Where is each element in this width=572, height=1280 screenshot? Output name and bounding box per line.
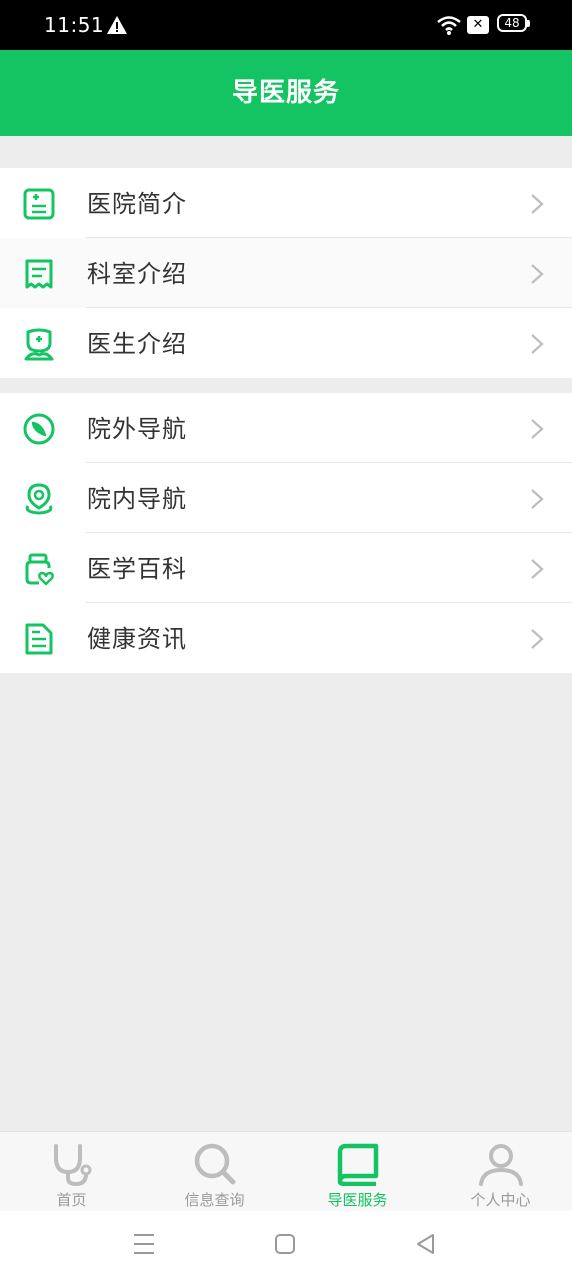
chevron-right-icon bbox=[531, 419, 544, 439]
menu-item-health-news[interactable]: 健康资讯 bbox=[0, 603, 572, 673]
menu-item-label: 医学百科 bbox=[87, 555, 187, 583]
document-icon bbox=[25, 623, 53, 655]
menu-item-label: 健康资讯 bbox=[87, 625, 187, 653]
status-time: 11:51 bbox=[44, 13, 105, 37]
tab-personal-center[interactable]: 个人中心 bbox=[429, 1132, 572, 1212]
chevron-right-icon bbox=[531, 489, 544, 509]
menu-item-label: 医生介绍 bbox=[87, 330, 187, 358]
chevron-right-icon bbox=[531, 334, 544, 354]
bottom-tab-bar: 首页 信息查询 导医服务 个人中心 bbox=[0, 1131, 572, 1212]
chevron-right-icon bbox=[531, 559, 544, 579]
page-title: 导医服务 bbox=[231, 78, 340, 108]
wifi-icon bbox=[437, 16, 461, 35]
menu-item-doctor-intro[interactable]: 医生介绍 bbox=[0, 308, 572, 378]
battery-level: 48 bbox=[504, 16, 520, 30]
menu-group-1: 医院简介 科室介绍 医生介绍 bbox=[0, 168, 572, 378]
menu-item-medical-encyclopedia[interactable]: 医学百科 bbox=[0, 533, 572, 603]
stethoscope-icon bbox=[53, 1144, 91, 1186]
menu-group-2: 院外导航 院内导航 医学百科 健康资讯 bbox=[0, 393, 572, 673]
menu-item-outdoor-nav[interactable]: 院外导航 bbox=[0, 393, 572, 463]
book-icon bbox=[337, 1143, 378, 1186]
status-bar: 11:51 ✕ 48 bbox=[0, 0, 572, 50]
tab-info-query[interactable]: 信息查询 bbox=[143, 1132, 286, 1212]
menu-item-label: 院内导航 bbox=[87, 485, 187, 513]
chevron-right-icon bbox=[531, 264, 544, 284]
back-icon[interactable] bbox=[414, 1231, 436, 1257]
menu-item-hospital-intro[interactable]: 医院简介 bbox=[0, 168, 572, 238]
tab-home[interactable]: 首页 bbox=[0, 1132, 143, 1212]
warning-icon bbox=[107, 16, 127, 34]
battery-icon: 48 bbox=[497, 14, 531, 34]
doctor-icon bbox=[24, 328, 54, 361]
status-x-badge: ✕ bbox=[467, 16, 489, 34]
system-nav-bar bbox=[0, 1211, 572, 1280]
menu-item-department-intro[interactable]: 科室介绍 bbox=[0, 238, 572, 308]
app-header: 导医服务 bbox=[0, 50, 572, 136]
menu-item-indoor-nav[interactable]: 院内导航 bbox=[0, 463, 572, 533]
location-pin-icon bbox=[25, 483, 53, 515]
menu-item-label: 院外导航 bbox=[87, 415, 187, 443]
clipboard-plus-icon bbox=[23, 188, 55, 220]
tab-label: 导医服务 bbox=[327, 1191, 388, 1209]
medicine-bottle-icon bbox=[25, 553, 54, 586]
receipt-icon bbox=[25, 259, 53, 289]
tab-label: 信息查询 bbox=[184, 1191, 245, 1209]
chevron-right-icon bbox=[531, 629, 544, 649]
tab-label: 个人中心 bbox=[470, 1191, 531, 1209]
chevron-right-icon bbox=[531, 194, 544, 214]
menu-item-label: 医院简介 bbox=[87, 190, 187, 218]
menu-item-label: 科室介绍 bbox=[87, 260, 187, 288]
compass-icon bbox=[23, 413, 55, 445]
menu-icon[interactable] bbox=[133, 1231, 155, 1257]
tab-label: 首页 bbox=[56, 1191, 87, 1209]
home-square-icon[interactable] bbox=[274, 1231, 296, 1257]
search-icon bbox=[194, 1143, 235, 1185]
user-icon bbox=[478, 1144, 523, 1186]
tab-guide-service[interactable]: 导医服务 bbox=[286, 1132, 429, 1212]
